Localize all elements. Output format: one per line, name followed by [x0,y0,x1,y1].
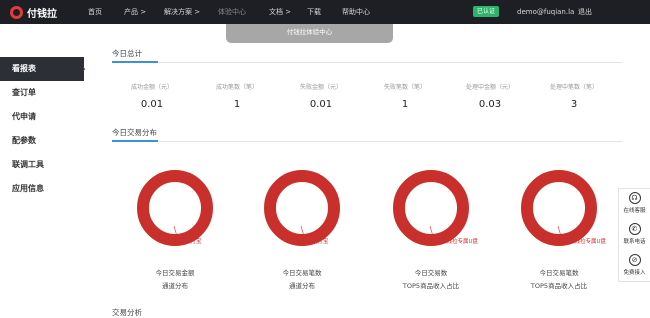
verified-badge: 已认证 [473,6,500,17]
stat-value: 0.01 [309,99,333,110]
nav-item-docs[interactable]: 文档 > [269,0,291,24]
floating-contact-panel: ☊ 在线客服 ✆ 联系电话 ⊘ 免费接入 [618,188,650,282]
stat-value: 3 [570,99,578,110]
sidebar-item-orders[interactable]: 查订单 [0,81,84,105]
donut-caption: 今日交易笔数 通道分布 [247,267,357,293]
stat-label: 成功金额（元） [130,84,173,91]
nav-item-home[interactable]: 首页 [88,0,102,24]
caption-line-2: 通道分布 [289,282,315,290]
logout-link[interactable]: 退出 [578,0,592,24]
caption-line-1: 今日交易笔数 [539,269,579,277]
stat-label: 失败笔数（笔） [383,84,426,91]
stat-processing-count: 处理中笔数（笔） 3 [534,82,614,110]
brand-name: 付钱拉 [27,8,57,20]
nav-item-products[interactable]: 产品 > [124,0,146,24]
tool-label: 联系电话 [623,239,646,245]
slice-label: 付钱拉专属U盘 [569,239,607,245]
nav-item-solutions[interactable]: 解决方案 > [164,0,200,24]
tool-label: 免费接入 [623,270,646,276]
nav-item-experience-center[interactable]: 体验中心 [218,0,246,24]
sidebar-item-apply[interactable]: 代申请 [0,105,84,129]
donut-chart-top5-count[interactable]: 付钱拉专属U盘 [519,168,606,248]
donut-chart-top5-income[interactable]: 付钱拉专属U盘 [391,168,478,248]
nav-item-download[interactable]: 下载 [307,0,321,24]
stat-fail-count: 失败笔数（笔） 1 [365,82,445,110]
sidebar-item-app-info[interactable]: 应用信息 [0,177,84,201]
brand-logo[interactable]: 付钱拉 [10,4,57,20]
stat-value: 1 [401,99,409,110]
caption-line-2: TOP5商品收入占比 [402,282,460,290]
stat-fail-amount: 失败金额（元） 0.01 [281,82,361,110]
logo-icon [10,5,23,19]
caption-line-2: TOP5商品收入占比 [530,282,588,290]
nav-item-help-center[interactable]: 帮助中心 [342,0,370,24]
experience-center-dropdown[interactable]: 付钱拉体验中心 [226,24,393,43]
stat-value: 0.01 [140,99,164,110]
stat-label: 处理中笔数（笔） [549,84,598,91]
sidebar: 看报表 查订单 代申请 配参数 联调工具 应用信息 [0,57,84,201]
stat-label: 成功笔数（笔） [215,84,258,91]
stat-processing-amount: 处理中金额（元） 0.03 [450,82,530,110]
caption-line-2: 通道分布 [162,282,188,290]
caption-line-1: 今日交易数 [414,269,448,277]
donut-chart-count-channel[interactable]: 支付宝 [262,168,342,248]
distribution-divider [112,141,622,142]
headset-icon: ☊ [628,192,641,204]
free-access-button[interactable]: ⊘ 免费接入 [619,251,650,282]
sidebar-item-reports[interactable]: 看报表 [0,57,84,81]
slice-label: 付钱拉专属U盘 [441,239,479,245]
caption-line-1: 今日交易笔数 [282,269,322,277]
sidebar-item-config[interactable]: 配参数 [0,129,84,153]
user-account[interactable]: demo@fuqian.la [517,0,574,24]
chevron-right-icon: › [82,64,86,75]
top-navigation-bar: 付钱拉 首页 产品 > 解决方案 > 体验中心 文档 > 下载 帮助中心 已认证… [0,0,650,24]
summary-title: 今日总计 [112,49,142,58]
slice-label: 支付宝 [185,239,202,245]
slice-label: 支付宝 [312,239,329,245]
sidebar-item-debug-tools[interactable]: 联调工具 [0,153,84,177]
donut-caption: 今日交易金额 通道分布 [120,267,230,293]
online-service-button[interactable]: ☊ 在线客服 [619,189,650,220]
donut-caption: 今日交易数 TOP5商品收入占比 [376,267,486,293]
contact-phone-button[interactable]: ✆ 联系电话 [619,220,650,251]
caption-line-1: 今日交易金额 [155,269,195,277]
summary-title-underline [112,61,158,63]
phone-icon: ✆ [628,223,641,235]
donut-chart-amount-channel[interactable]: 支付宝 [135,168,215,248]
stat-value: 1 [233,99,241,110]
stat-success-count: 成功笔数（笔） 1 [197,82,277,110]
donut-caption: 今日交易笔数 TOP5商品收入占比 [504,267,614,293]
stat-label: 处理中金额（元） [465,84,514,91]
summary-divider [112,62,622,63]
stat-value: 0.03 [478,99,502,110]
stat-label: 失败金额（元） [299,84,342,91]
distribution-title-underline [112,140,158,142]
distribution-title: 今日交易分布 [112,128,157,137]
link-icon: ⊘ [628,254,641,266]
tool-label: 在线客服 [623,208,646,214]
stat-success-amount: 成功金额（元） 0.01 [112,82,192,110]
analysis-title: 交易分析 [112,308,142,317]
